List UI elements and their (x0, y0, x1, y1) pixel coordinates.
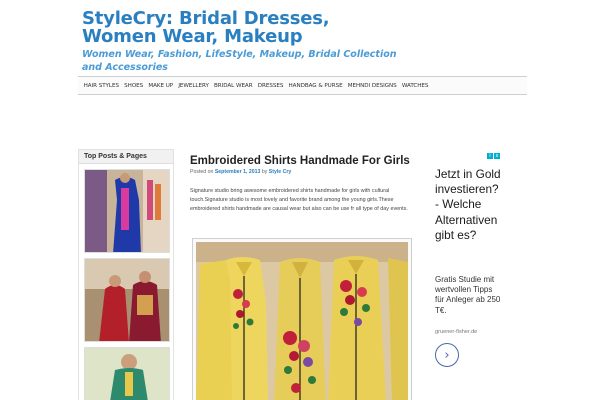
nav-item-handbag-purse[interactable]: HANDBAG & PURSE (286, 83, 345, 89)
thumbnail-image-3 (85, 348, 169, 400)
nav-item-dresses[interactable]: DRESSES (255, 83, 286, 89)
nav-item-hair-styles[interactable]: HAIR STYLES (81, 83, 122, 89)
top-post-thumbnail-1[interactable] (84, 169, 170, 253)
post-title[interactable]: Embroidered Shirts Handmade For Girls (186, 149, 418, 168)
ad-close-icon[interactable]: x (494, 153, 500, 159)
thumbnail-image-2 (85, 259, 169, 341)
top-post-thumbnail-3[interactable] (84, 347, 170, 400)
post-article: Embroidered Shirts Handmade For Girls Po… (186, 149, 418, 400)
nav-item-jewellery[interactable]: JEWELLERY (176, 83, 212, 89)
sidebar-widget-top-posts: Top Posts & Pages (78, 149, 174, 400)
nav-item-shoes[interactable]: SHOES (122, 83, 146, 89)
site-header: StyleCry: Bridal Dresses, Women Wear, Ma… (82, 10, 402, 74)
ad-choices-badge[interactable]: i x (487, 153, 500, 159)
thumbnail-image-1 (85, 170, 169, 252)
site-tagline: Women Wear, Fashion, LifeStyle, Makeup, … (82, 49, 397, 73)
ad-arrow-icon[interactable]: › (435, 343, 459, 367)
ad-body: Gratis Studie mit wertvollen Tipps für A… (435, 275, 501, 315)
by-label: by (261, 169, 268, 175)
nav-item-bridal-wear[interactable]: BRIDAL WEAR (211, 83, 255, 89)
site-title[interactable]: StyleCry: Bridal Dresses, Women Wear, Ma… (82, 10, 402, 46)
nav-item-make-up[interactable]: MAKE UP (146, 83, 176, 89)
nav-item-mehndi-designs[interactable]: MEHNDI DESIGNS (345, 83, 399, 89)
widget-title: Top Posts & Pages (79, 150, 173, 164)
top-post-thumbnail-2[interactable] (84, 258, 170, 342)
main-nav: HAIR STYLES SHOES MAKE UP JEWELLERY BRID… (78, 76, 527, 95)
embroidered-shirts-image (196, 242, 408, 400)
nav-item-watches[interactable]: WATCHES (399, 83, 431, 89)
ad-headline[interactable]: Jetzt in Gold investieren? - Welche Alte… (435, 167, 501, 243)
ad-info-icon[interactable]: i (487, 153, 493, 159)
post-featured-image[interactable] (192, 238, 412, 400)
post-date-link[interactable]: September 1, 2013 (215, 169, 261, 175)
ad-domain: gruener-fisher.de (435, 329, 478, 335)
ad-banner[interactable]: i x Jetzt in Gold investieren? - Welche … (432, 153, 501, 400)
post-excerpt: Signature studio bring awesome embroider… (190, 188, 408, 212)
post-meta: Posted on September 1, 2013 by Style Cry (186, 169, 418, 175)
posted-on-label: Posted on (190, 169, 214, 175)
post-author-link[interactable]: Style Cry (269, 169, 292, 175)
